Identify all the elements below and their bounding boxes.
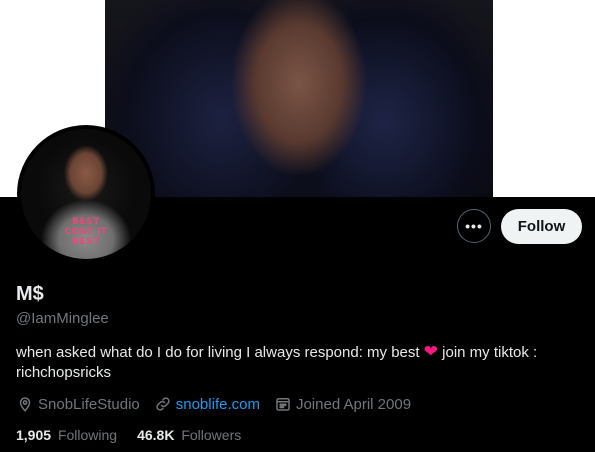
- joined-item: Joined April 2009: [274, 395, 411, 413]
- followers-count: 46.8K: [137, 427, 175, 443]
- avatar-shirt-text: BEST COST IT BEST: [64, 217, 108, 247]
- user-handle: @IamMinglee: [16, 310, 109, 327]
- location-text: SnobLifeStudio: [38, 395, 140, 413]
- bio-text-1: when asked what do I do for living I alw…: [16, 344, 420, 361]
- location-item: SnobLifeStudio: [16, 395, 140, 413]
- link-icon: [156, 397, 170, 411]
- follow-stats: 1,905 Following 46.8K Followers: [16, 427, 261, 443]
- more-dots-icon: •••: [465, 218, 483, 234]
- profile-meta: SnobLifeStudio snoblife.com Joined April…: [16, 394, 425, 414]
- profile-avatar[interactable]: BEST COST IT BEST: [17, 125, 155, 263]
- profile-bio: when asked what do I do for living I alw…: [16, 342, 576, 383]
- followers-link[interactable]: 46.8K Followers: [137, 427, 241, 443]
- following-link[interactable]: 1,905 Following: [16, 427, 117, 443]
- joined-text: Joined April 2009: [295, 395, 412, 413]
- banner-image: [105, 0, 493, 197]
- website-item[interactable]: snoblife.com: [154, 395, 260, 413]
- website-link[interactable]: snoblife.com: [176, 396, 260, 413]
- more-options-button[interactable]: •••: [457, 209, 491, 243]
- following-label: Following: [57, 427, 118, 443]
- display-name: M$: [16, 283, 44, 305]
- calendar-icon: [276, 398, 290, 411]
- location-pin-icon: [19, 397, 31, 412]
- follow-button[interactable]: Follow: [501, 209, 582, 244]
- following-count: 1,905: [16, 427, 52, 443]
- avatar-image: BEST COST IT BEST: [21, 129, 151, 259]
- heart-icon: ❤: [423, 342, 438, 361]
- followers-label: Followers: [181, 427, 242, 443]
